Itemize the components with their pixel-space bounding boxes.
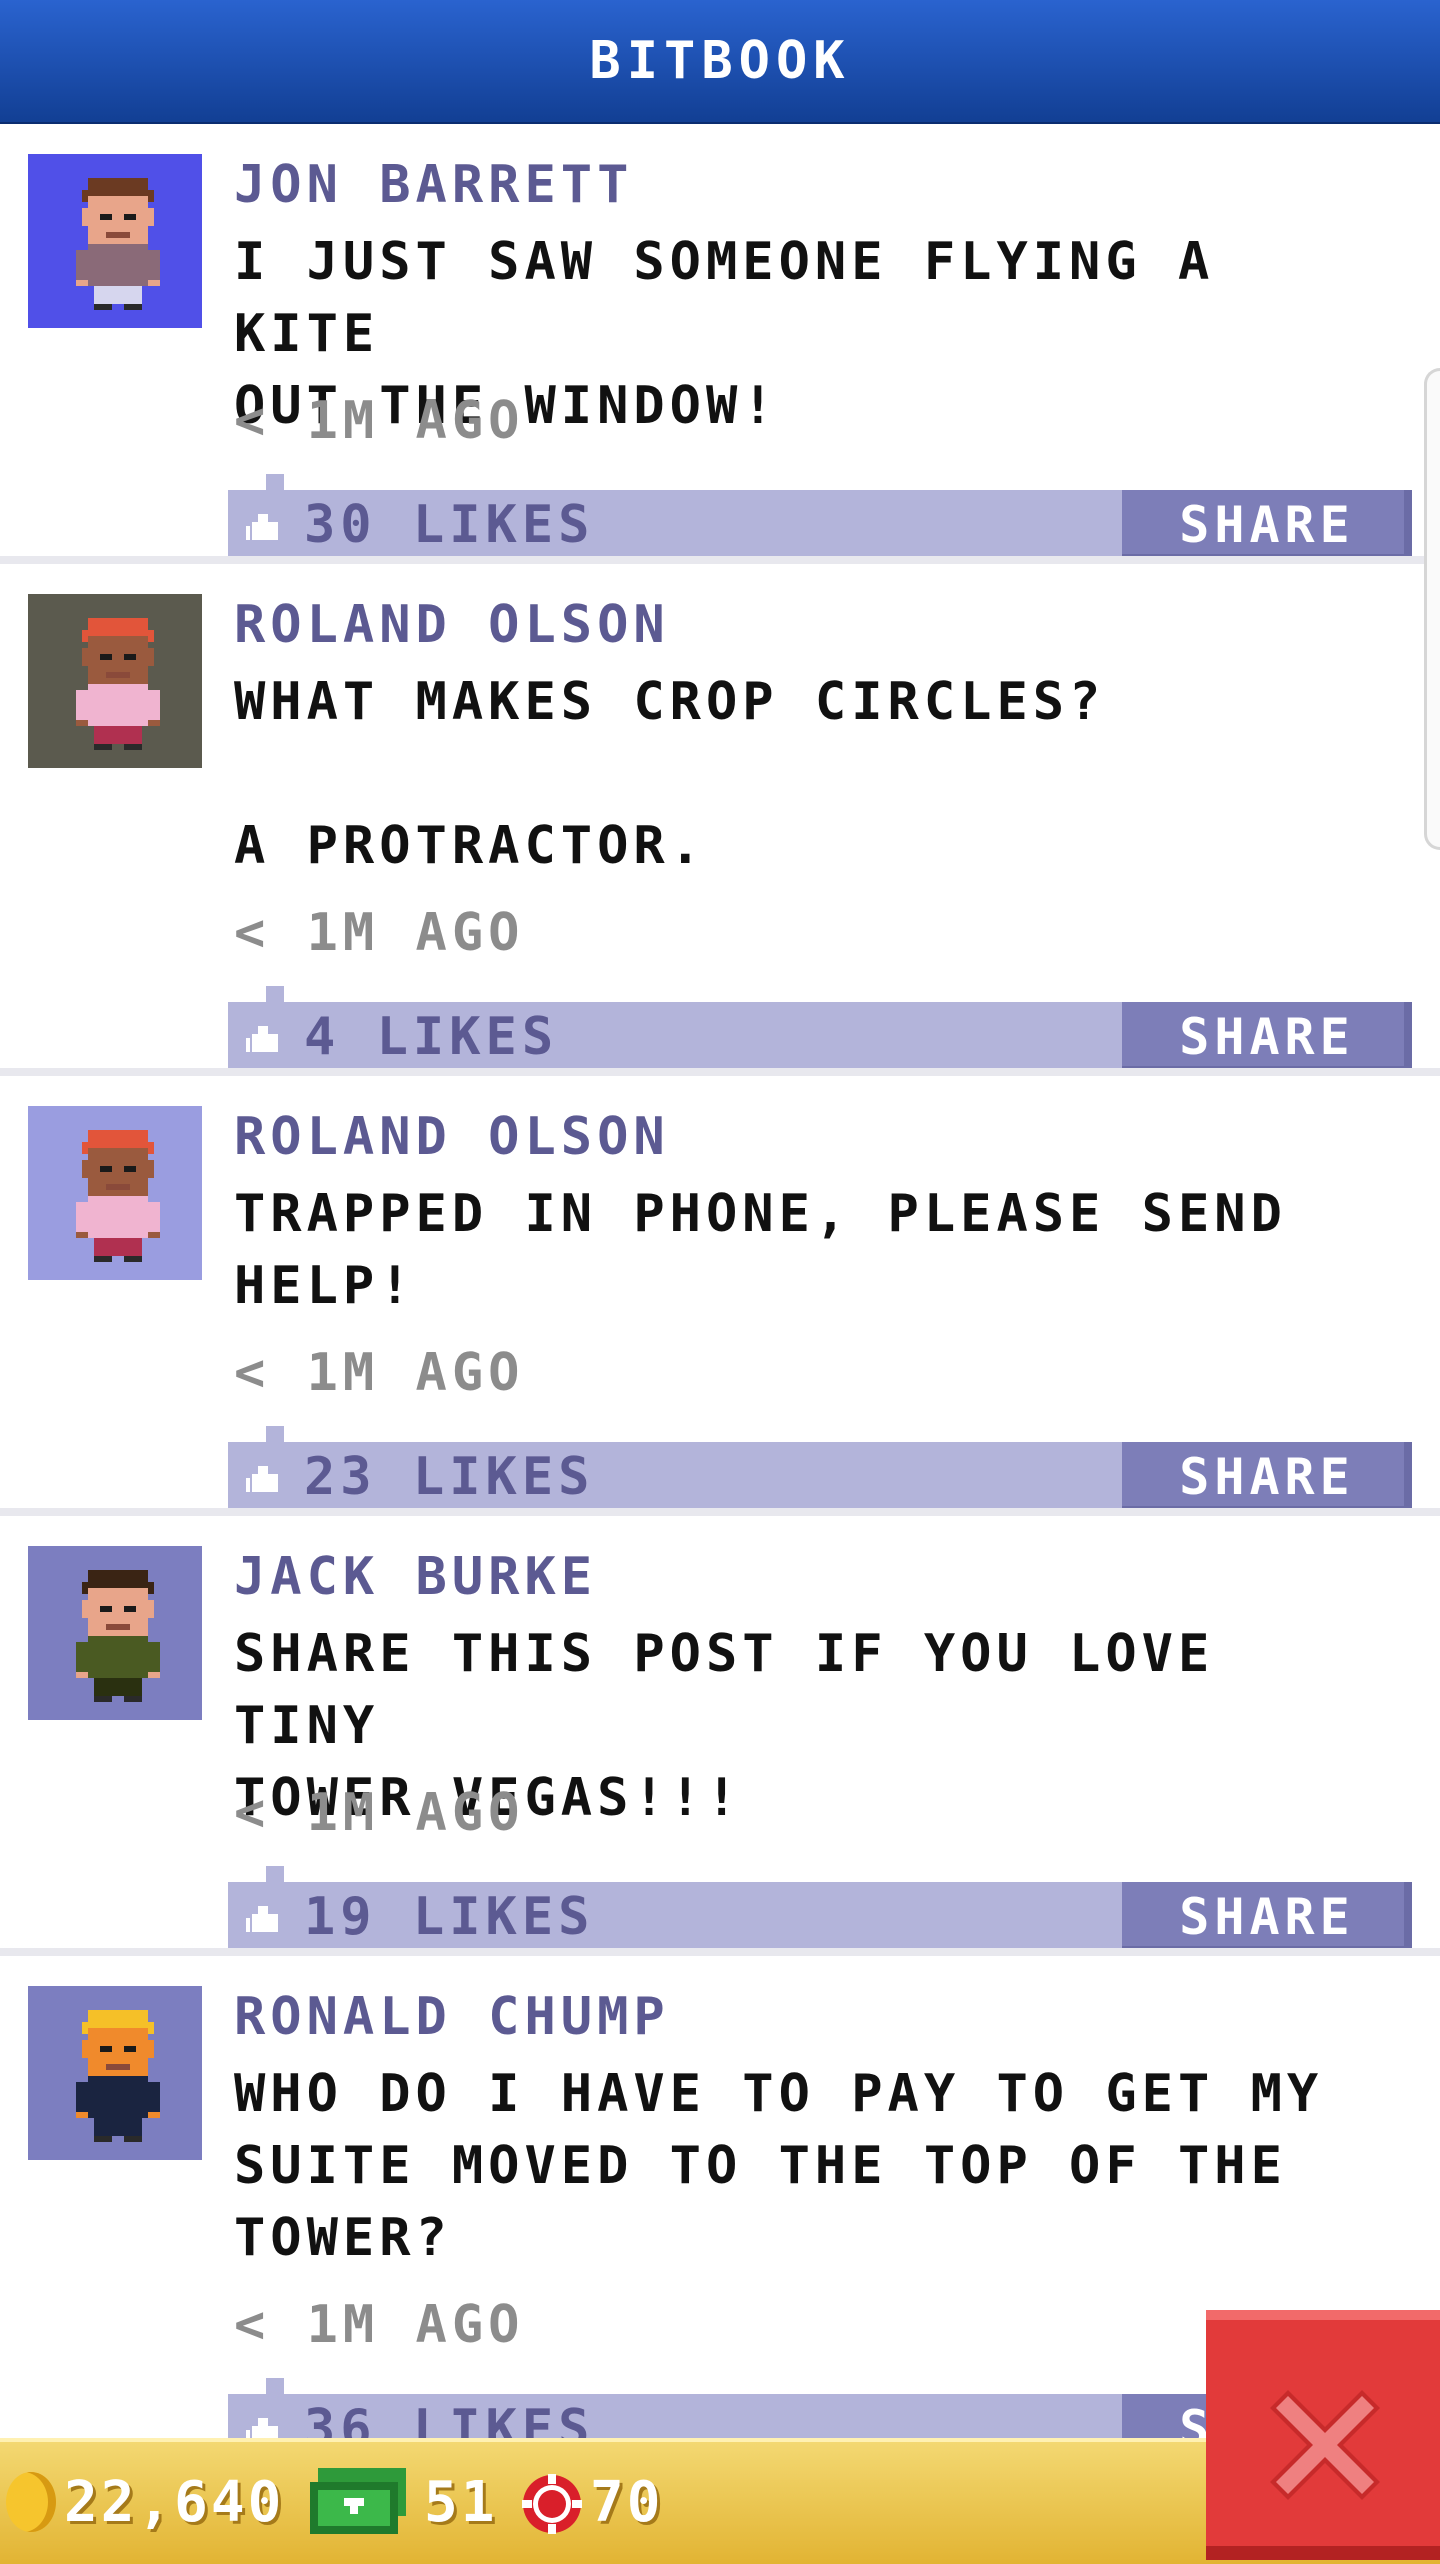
thumbs-up-icon bbox=[246, 1026, 278, 1052]
post-divider bbox=[0, 1508, 1440, 1516]
post-divider bbox=[0, 1068, 1440, 1076]
post-message: WHAT MAKES CROP CIRCLES? A PROTRACTOR. bbox=[234, 672, 1106, 876]
post-time: < 1M AGO bbox=[234, 1783, 525, 1843]
share-button[interactable]: SHARE bbox=[1122, 490, 1412, 560]
like-bar-notch bbox=[266, 1866, 284, 1884]
avatar[interactable] bbox=[28, 1546, 202, 1720]
person-icon bbox=[76, 178, 160, 310]
person-icon bbox=[76, 1570, 160, 1702]
post-time: < 1M AGO bbox=[234, 2295, 525, 2355]
like-bar-notch bbox=[266, 986, 284, 1004]
post-author[interactable]: JON BARRETT bbox=[234, 154, 633, 216]
avatar[interactable] bbox=[28, 154, 202, 328]
close-icon bbox=[1270, 2390, 1380, 2500]
like-count: 19 LIKES bbox=[304, 1887, 595, 1947]
like-bar-notch bbox=[266, 1426, 284, 1444]
post-message: WHO DO I HAVE TO PAY TO GET MY SUITE MOV… bbox=[234, 2064, 1324, 2268]
like-count: 30 LIKES bbox=[304, 495, 595, 555]
person-icon bbox=[76, 618, 160, 750]
post-time: < 1M AGO bbox=[234, 1343, 525, 1403]
app-title: BITBOOK bbox=[589, 31, 851, 91]
like-bar: 4 LIKES SHARE bbox=[228, 986, 1412, 1072]
chip-count: 70 bbox=[590, 2470, 664, 2535]
post-divider bbox=[0, 556, 1440, 564]
post-time: < 1M AGO bbox=[234, 391, 525, 451]
person-icon bbox=[76, 2010, 160, 2142]
like-bar: 19 LIKES SHARE bbox=[228, 1866, 1412, 1952]
share-button[interactable]: SHARE bbox=[1122, 1442, 1412, 1512]
share-button[interactable]: SHARE bbox=[1122, 1002, 1412, 1072]
post-author[interactable]: ROLAND OLSON bbox=[234, 1106, 670, 1168]
like-count: 4 LIKES bbox=[304, 1007, 559, 1067]
post-message: TRAPPED IN PHONE, PLEASE SEND HELP! bbox=[234, 1184, 1287, 1316]
post-author[interactable]: ROLAND OLSON bbox=[234, 594, 670, 656]
cash-icon bbox=[310, 2468, 406, 2534]
avatar[interactable] bbox=[28, 594, 202, 768]
post-author[interactable]: RONALD CHUMP bbox=[234, 1986, 670, 2048]
avatar[interactable] bbox=[28, 1106, 202, 1280]
scrollbar[interactable] bbox=[1424, 368, 1440, 850]
app-header: BITBOOK bbox=[0, 0, 1440, 124]
like-bar-notch bbox=[266, 2378, 284, 2396]
coin-icon bbox=[6, 2472, 56, 2532]
avatar[interactable] bbox=[28, 1986, 202, 2160]
like-bar-notch bbox=[266, 474, 284, 492]
share-button[interactable]: SHARE bbox=[1122, 1882, 1412, 1952]
bux-count: 51 bbox=[424, 2470, 498, 2535]
post-divider bbox=[0, 1948, 1440, 1956]
like-bar: 30 LIKES SHARE bbox=[228, 474, 1412, 560]
thumbs-up-icon bbox=[246, 1906, 278, 1932]
like-count: 23 LIKES bbox=[304, 1447, 595, 1507]
chip-icon bbox=[522, 2474, 582, 2534]
post-author[interactable]: JACK BURKE bbox=[234, 1546, 597, 1608]
post-time: < 1M AGO bbox=[234, 903, 525, 963]
like-bar: 23 LIKES SHARE bbox=[228, 1426, 1412, 1512]
person-icon bbox=[76, 1130, 160, 1262]
thumbs-up-icon bbox=[246, 514, 278, 540]
thumbs-up-icon bbox=[246, 1466, 278, 1492]
coin-count: 22,640 bbox=[64, 2470, 285, 2535]
close-button[interactable] bbox=[1206, 2310, 1440, 2560]
